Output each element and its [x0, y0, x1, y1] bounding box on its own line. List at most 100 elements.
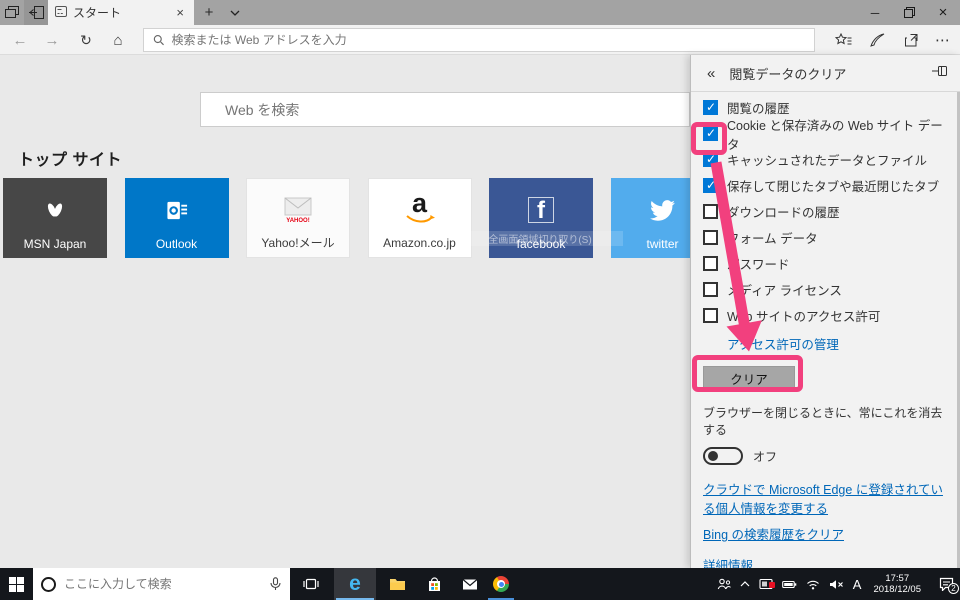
tab-preview-icon[interactable]	[0, 0, 24, 25]
taskbar-search-box[interactable]	[33, 568, 290, 600]
checkbox-form-data[interactable]: フォーム データ	[703, 230, 948, 245]
tile-yahoo-mail[interactable]: YAHOO! Yahoo!メール	[246, 178, 350, 258]
window-restore-button[interactable]	[892, 0, 926, 25]
show-hidden-icons-chevron[interactable]	[740, 581, 750, 587]
checkbox-label: Cookie と保存済みの Web サイト データ	[727, 115, 948, 153]
web-search-input[interactable]	[201, 102, 689, 118]
mail-envelope-icon	[462, 578, 478, 591]
ime-mode-indicator[interactable]: A	[853, 577, 862, 592]
tile-label: Yahoo!メール	[261, 233, 334, 257]
windows-logo-icon	[9, 577, 24, 592]
taskbar-edge-button[interactable]: e	[334, 568, 376, 600]
refresh-icon[interactable]: ↻	[72, 25, 100, 55]
clear-browsing-data-panel: « 閲覧データのクリア 閲覧の履歴 Cookie と保存済みの Web サイト …	[690, 55, 960, 568]
window-minimize-button[interactable]: ─	[858, 0, 892, 25]
checkbox[interactable]	[703, 308, 718, 323]
new-tab-button[interactable]: +	[196, 0, 222, 25]
web-search-box[interactable]	[200, 92, 690, 127]
bing-history-link[interactable]: Bing の検索履歴をクリア	[703, 526, 948, 545]
outlook-icon	[165, 178, 189, 234]
tab-start[interactable]: スタート ×	[48, 0, 194, 25]
checkbox-site-permissions[interactable]: Web サイトのアクセス許可	[703, 308, 948, 323]
twitter-bird-icon	[650, 178, 675, 234]
volume-muted-icon[interactable]	[829, 579, 844, 590]
task-view-button[interactable]	[296, 568, 326, 600]
toggle-state-label: オフ	[753, 448, 777, 465]
tile-label: twitter	[646, 234, 678, 258]
wifi-icon[interactable]	[806, 579, 820, 590]
taskbar-file-explorer-button[interactable]	[380, 568, 414, 600]
chrome-logo-icon	[493, 576, 509, 592]
checkbox-cached-data[interactable]: キャッシュされたデータとファイル	[703, 152, 948, 167]
checkbox-label: Web サイトのアクセス許可	[727, 306, 880, 325]
checkbox-passwords[interactable]: パスワード	[703, 256, 948, 271]
window-close-button[interactable]: ×	[926, 0, 960, 25]
taskbar-mail-button[interactable]	[453, 568, 487, 600]
tile-label: MSN Japan	[24, 234, 87, 258]
display-notification-icon[interactable]	[759, 578, 773, 590]
tab-close-icon[interactable]: ×	[173, 5, 187, 20]
clock-date: 2018/12/05	[873, 584, 921, 595]
checkbox-saved-tabs[interactable]: 保存して閉じたタブや最近閉じたタブ	[703, 178, 948, 193]
checkbox[interactable]	[703, 126, 718, 141]
back-icon[interactable]: ←	[6, 25, 34, 55]
tile-amazon[interactable]: a Amazon.co.jp	[368, 178, 472, 258]
pin-panel-icon[interactable]	[930, 62, 950, 84]
settings-more-icon[interactable]: ⋯	[928, 25, 958, 55]
web-note-pen-icon[interactable]	[862, 25, 892, 55]
edge-logo-icon: e	[349, 573, 361, 595]
home-icon[interactable]: ⌂	[104, 25, 132, 55]
windows-taskbar: e	[0, 568, 960, 600]
tile-msn-japan[interactable]: MSN Japan	[3, 178, 107, 258]
action-center-button[interactable]: 2	[939, 577, 954, 591]
checkbox[interactable]	[703, 256, 718, 271]
checkbox[interactable]	[703, 178, 718, 193]
always-clear-toggle[interactable]	[703, 447, 743, 465]
microphone-icon[interactable]	[269, 577, 282, 591]
address-input[interactable]	[172, 33, 815, 47]
checkbox[interactable]	[703, 100, 718, 115]
tab-bar: スタート × + ─ ×	[0, 0, 960, 25]
system-tray: A 17:57 2018/12/05 2	[717, 568, 954, 600]
checkbox-label: キャッシュされたデータとファイル	[727, 150, 927, 169]
share-icon[interactable]	[896, 25, 926, 55]
amazon-logo-icon: a	[404, 179, 436, 233]
checkbox[interactable]	[703, 230, 718, 245]
checkbox-cookies[interactable]: Cookie と保存済みの Web サイト データ	[703, 126, 948, 141]
taskbar-chrome-button[interactable]	[487, 568, 515, 600]
checkbox[interactable]	[703, 152, 718, 167]
cloud-personal-info-link[interactable]: クラウドで Microsoft Edge に登録されている個人情報を変更する	[703, 481, 948, 519]
start-button[interactable]	[0, 568, 33, 600]
taskbar-store-button[interactable]	[418, 568, 450, 600]
favorites-hub-icon[interactable]	[828, 25, 858, 55]
tab-title: スタート	[73, 4, 173, 21]
browser-toolbar: ← → ↻ ⌂ ⋯	[0, 25, 960, 55]
checkbox-download-history[interactable]: ダウンロードの履歴	[703, 204, 948, 219]
forward-icon[interactable]: →	[38, 25, 66, 55]
manage-permissions-link[interactable]: アクセス許可の管理	[727, 334, 948, 353]
checkbox-media-licenses[interactable]: メディア ライセンス	[703, 282, 948, 297]
clear-button[interactable]: クリア	[703, 366, 795, 390]
taskbar-search-input[interactable]	[64, 577, 269, 591]
cortana-icon	[41, 577, 56, 592]
tile-facebook[interactable]: f facebook	[489, 178, 593, 258]
checkbox[interactable]	[703, 282, 718, 297]
taskbar-clock[interactable]: 17:57 2018/12/05	[873, 573, 921, 595]
tile-outlook[interactable]: Outlook	[125, 178, 229, 258]
set-tabs-aside-icon[interactable]	[24, 0, 48, 25]
search-icon	[153, 34, 165, 46]
tab-list-chevron-icon[interactable]	[222, 0, 248, 25]
people-icon[interactable]	[717, 578, 731, 590]
address-bar[interactable]	[143, 28, 815, 52]
start-page-favicon-icon	[55, 6, 67, 20]
amazon-a-letter: a	[404, 193, 436, 213]
clock-time: 17:57	[873, 573, 921, 584]
checkbox-label: パスワード	[727, 254, 790, 273]
tile-label: Amazon.co.jp	[383, 233, 456, 257]
checkbox[interactable]	[703, 204, 718, 219]
msn-butterfly-icon	[42, 178, 68, 234]
panel-back-chevron-icon[interactable]: «	[701, 65, 721, 82]
checkbox-browsing-history[interactable]: 閲覧の履歴	[703, 100, 948, 115]
battery-icon[interactable]	[782, 579, 797, 590]
yahoo-mail-envelope-icon: YAHOO!	[284, 179, 312, 233]
